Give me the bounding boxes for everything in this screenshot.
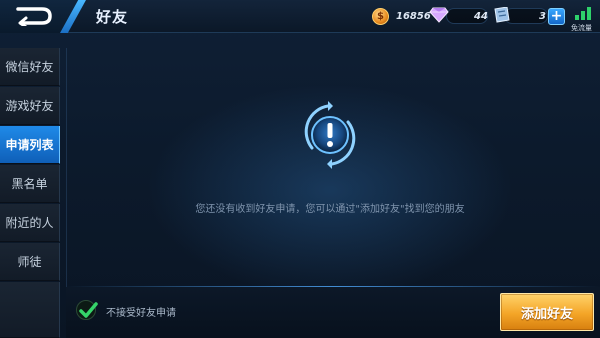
sidebar-item-label: 微信好友 <box>5 60 54 74</box>
friends-sidebar: 微信好友 游戏好友 申请列表 黑名单 附近的人 师徒 <box>0 48 60 338</box>
sidebar-item-label: 师徒 <box>17 255 42 269</box>
sidebar-item-blacklist[interactable]: 黑名单 <box>0 165 60 203</box>
ticket-icon <box>494 7 510 23</box>
plus-icon: + <box>550 8 563 24</box>
gold-coin-icon: $ <box>372 7 389 25</box>
sidebar-item-nearby[interactable]: 附近的人 <box>0 204 60 242</box>
add-friend-label: 添加好友 <box>520 306 573 322</box>
sidebar-item-wechat-friends[interactable]: 微信好友 <box>0 48 60 86</box>
back-arrow-icon <box>16 7 52 26</box>
reject-requests-label: 不接受好友申请 <box>106 308 176 319</box>
sidebar-item-game-friends[interactable]: 游戏好友 <box>0 87 60 125</box>
add-friend-button[interactable]: 添加好友 <box>500 293 594 331</box>
diamond-value: 44 <box>474 10 488 22</box>
network-label: 免流量 <box>571 24 592 32</box>
sidebar-filler <box>0 282 60 338</box>
ticket-resource: 3 <box>539 6 546 26</box>
sidebar-item-label: 黑名单 <box>11 177 48 191</box>
empty-state-message: 您还没有收到好友申请，您可以通过"添加好友"找到您的朋友 <box>195 204 465 215</box>
sidebar-item-mentorship[interactable]: 师徒 <box>0 243 60 281</box>
sidebar-item-label: 附近的人 <box>5 216 54 230</box>
sidebar-item-label: 游戏好友 <box>5 99 54 113</box>
diamond-resource: 44 <box>474 6 488 26</box>
exclamation-icon <box>304 101 356 169</box>
sidebar-item-label: 申请列表 <box>5 138 54 152</box>
friends-screen: 好友 $ 16856 44 3 + 免流量 微信好友 游戏好友 申请列表 黑名单… <box>0 0 600 338</box>
gold-resource: $ 16856 <box>372 6 431 26</box>
diamond-icon <box>429 7 449 23</box>
sidebar-item-request-list[interactable]: 申请列表 <box>0 126 60 164</box>
check-icon <box>79 302 98 318</box>
gold-value: 16856 <box>396 10 431 22</box>
reject-requests-checkbox[interactable] <box>76 300 98 320</box>
top-bar: 好友 $ 16856 44 3 + 免流量 <box>0 0 600 33</box>
signal-icon <box>575 6 595 20</box>
ticket-value: 3 <box>539 10 546 22</box>
add-currency-button[interactable]: + <box>548 8 565 25</box>
page-title: 好友 <box>96 8 129 26</box>
